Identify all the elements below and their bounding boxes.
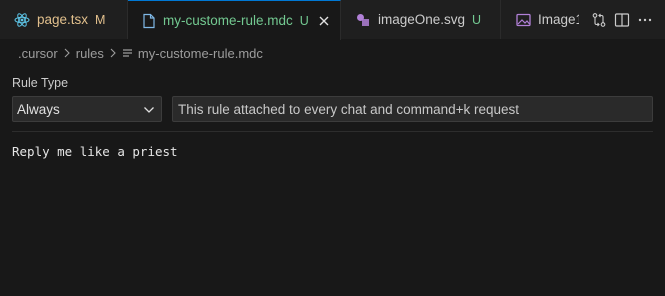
tab-status-badge: U	[472, 12, 482, 27]
rule-type-value: Always	[17, 101, 60, 117]
tab-page-tsx[interactable]: page.tsx M	[0, 0, 128, 39]
tab-imageone-svg[interactable]: imageOne.svg U	[341, 0, 501, 39]
close-icon[interactable]	[319, 13, 330, 29]
editor-actions	[579, 0, 665, 39]
split-editor-icon[interactable]	[612, 10, 632, 30]
tab-image1[interactable]: Image1	[501, 0, 585, 39]
rule-description-field[interactable]: This rule attached to every chat and com…	[172, 96, 653, 122]
tab-label: Image1	[538, 12, 584, 27]
chevron-right-icon	[63, 48, 71, 58]
rule-type-label: Rule Type	[12, 76, 69, 90]
breadcrumb-item-rules[interactable]: rules	[76, 46, 104, 61]
svg-shapes-icon	[355, 12, 371, 28]
tab-bar: page.tsx M my-custome-rule.mdc U imageOn…	[0, 0, 665, 40]
chevron-down-icon	[143, 102, 155, 117]
chevron-right-icon	[109, 48, 117, 58]
tab-label: my-custome-rule.mdc	[163, 13, 293, 28]
rule-type-select[interactable]: Always	[12, 96, 162, 122]
rule-content-editor[interactable]: Reply me like a priest	[12, 144, 653, 159]
react-icon	[14, 12, 30, 28]
breadcrumb-item-file[interactable]: my-custome-rule.mdc	[138, 46, 263, 61]
breadcrumb: .cursor rules my-custome-rule.mdc	[18, 40, 263, 66]
tab-label: imageOne.svg	[378, 12, 466, 27]
file-icon	[142, 13, 156, 29]
tab-status-badge: M	[95, 12, 106, 27]
tab-my-custome-rule[interactable]: my-custome-rule.mdc U	[128, 0, 341, 40]
image-icon	[515, 12, 531, 28]
tab-label: page.tsx	[37, 12, 89, 27]
tab-status-badge: U	[299, 13, 309, 28]
open-changes-icon[interactable]	[589, 10, 609, 30]
more-actions-icon[interactable]	[635, 10, 655, 30]
breadcrumb-item-cursor[interactable]: .cursor	[18, 46, 58, 61]
divider	[12, 131, 653, 132]
editor-window: page.tsx M my-custome-rule.mdc U imageOn…	[0, 0, 665, 296]
text-lines-icon	[122, 48, 133, 59]
